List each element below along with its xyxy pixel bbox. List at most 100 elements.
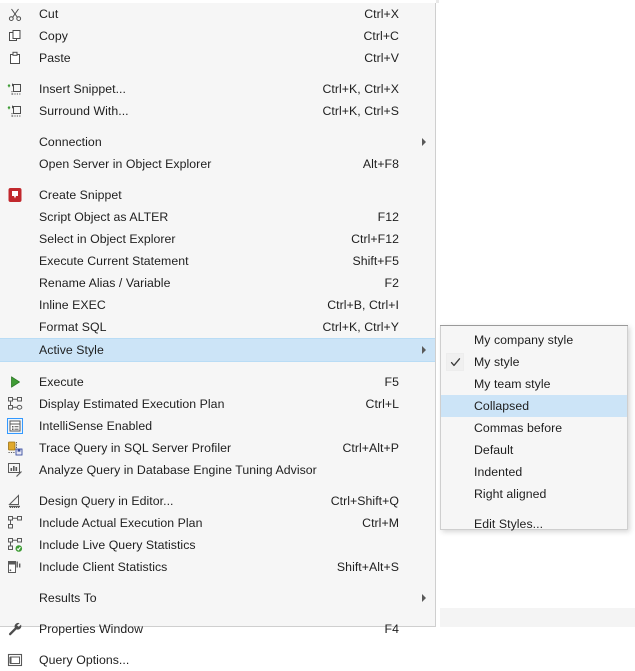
style-option-collapsed[interactable]: Collapsed: [441, 395, 627, 417]
style-option-indented[interactable]: Indented: [441, 461, 627, 483]
backdrop-strip-left-edge: [436, 0, 439, 3]
style-option-right-aligned[interactable]: Right aligned: [441, 483, 627, 505]
checkmark-placeholder: [441, 395, 469, 417]
checkmark-icon: [441, 351, 469, 373]
no-icon: [0, 339, 29, 361]
query-editor-context-menu[interactable]: Cut Ctrl+X Copy Ctrl+C Paste Ctrl+V Insert Sni…: [0, 3, 436, 667]
no-icon: [0, 131, 29, 153]
menu-item-label: Select in Object Explorer: [39, 232, 176, 246]
menu-item-shortcut: Ctrl+K, Ctrl+Y: [322, 320, 399, 334]
menu-item-trace-query-in-sql-server-profiler[interactable]: Trace Query in SQL Server Profiler Ctrl+A…: [0, 437, 435, 459]
menu-separator: [0, 69, 435, 78]
menu-item-results-to[interactable]: Results To: [0, 587, 435, 609]
live-query-stats-icon: [0, 534, 29, 556]
menu-item-label: Script Object as ALTER: [39, 210, 169, 224]
execute-icon: [0, 371, 29, 393]
menu-item-shortcut: F5: [384, 375, 399, 389]
style-option-commas-before[interactable]: Commas before: [441, 417, 627, 439]
menu-item-shortcut: Ctrl+X: [364, 7, 399, 21]
menu-item-display-estimated-execution-plan[interactable]: Display Estimated Execution Plan Ctrl+L: [0, 393, 435, 415]
menu-separator: [0, 578, 435, 587]
menu-item-shortcut: Shift+F5: [352, 254, 399, 268]
style-option-label: Indented: [474, 465, 523, 479]
surround-with-icon: [0, 100, 29, 122]
menu-item-select-in-object-explorer[interactable]: Select in Object Explorer Ctrl+F12: [0, 228, 435, 250]
menu-item-shortcut: Ctrl+F12: [351, 232, 399, 246]
style-option-label: Right aligned: [474, 487, 547, 501]
style-option-label: My company style: [474, 333, 574, 347]
menu-item-shortcut: Ctrl+M: [362, 516, 399, 530]
menu-item-create-snippet[interactable]: Create Snippet: [0, 184, 435, 206]
menu-item-shortcut: F2: [384, 276, 399, 290]
menu-item-label: Active Style: [39, 343, 104, 357]
menu-item-label: Insert Snippet...: [39, 82, 126, 96]
menu-item-format-sql[interactable]: Format SQL Ctrl+K, Ctrl+Y: [0, 316, 435, 338]
menu-item-design-query-in-editor[interactable]: Design Query in Editor... Ctrl+Shift+Q: [0, 490, 435, 512]
menu-item-shortcut: Ctrl+K, Ctrl+X: [322, 82, 399, 96]
checkmark-placeholder: [441, 513, 469, 535]
menu-item-label: Display Estimated Execution Plan: [39, 397, 225, 411]
menu-item-shortcut: Ctrl+C: [363, 29, 399, 43]
style-option-label: Default: [474, 443, 514, 457]
menu-item-query-options[interactable]: Query Options...: [0, 649, 435, 671]
menu-separator: [0, 175, 435, 184]
client-stats-icon: [0, 556, 29, 578]
menu-item-paste[interactable]: Paste Ctrl+V: [0, 47, 435, 69]
style-option-my-style[interactable]: My style: [441, 351, 627, 373]
menu-item-label: Create Snippet: [39, 188, 122, 202]
backdrop-strip-bottom: [440, 608, 635, 627]
style-option-label: Collapsed: [474, 399, 530, 413]
menu-item-label: Inline EXEC: [39, 298, 106, 312]
copy-icon: [0, 25, 29, 47]
menu-item-insert-snippet[interactable]: Insert Snippet... Ctrl+K, Ctrl+X: [0, 78, 435, 100]
no-icon: [0, 250, 29, 272]
menu-item-connection[interactable]: Connection: [0, 131, 435, 153]
menu-item-copy[interactable]: Copy Ctrl+C: [0, 25, 435, 47]
no-icon: [0, 228, 29, 250]
no-icon: [0, 316, 29, 338]
menu-item-label: Execute: [39, 375, 84, 389]
menu-item-include-actual-execution-plan[interactable]: Include Actual Execution Plan Ctrl+M: [0, 512, 435, 534]
menu-item-open-server-in-object-explorer[interactable]: Open Server in Object Explorer Alt+F8: [0, 153, 435, 175]
style-option-default[interactable]: Default: [441, 439, 627, 461]
style-option-label: Commas before: [474, 421, 563, 435]
menu-item-active-style[interactable]: Active Style: [0, 338, 435, 362]
menu-item-execute[interactable]: Execute F5: [0, 371, 435, 393]
style-option-edit-styles[interactable]: Edit Styles...: [441, 513, 627, 535]
submenu-arrow-icon: [413, 137, 435, 147]
menu-item-shortcut: F4: [384, 622, 399, 636]
menu-item-intellisense-enabled[interactable]: IntelliSense Enabled: [0, 415, 435, 437]
menu-item-include-client-statistics[interactable]: Include Client Statistics Shift+Alt+S: [0, 556, 435, 578]
insert-snippet-icon: [0, 78, 29, 100]
menu-item-shortcut: Ctrl+K, Ctrl+S: [322, 104, 399, 118]
style-option-label: My team style: [474, 377, 551, 391]
trace-query-icon: [0, 437, 29, 459]
menu-item-shortcut: Alt+F8: [362, 157, 399, 171]
menu-item-label: Analyze Query in Database Engine Tuning …: [39, 463, 317, 477]
menu-item-surround-with[interactable]: Surround With... Ctrl+K, Ctrl+S: [0, 100, 435, 122]
menu-item-properties-window[interactable]: Properties Window F4: [0, 618, 435, 640]
menu-item-analyze-query-in-database-engine-tuning-advisor[interactable]: Analyze Query in Database Engine Tuning …: [0, 459, 435, 481]
menu-item-inline-exec[interactable]: Inline EXEC Ctrl+B, Ctrl+I: [0, 294, 435, 316]
menu-item-label: Include Actual Execution Plan: [39, 516, 203, 530]
menu-item-rename-alias-variable[interactable]: Rename Alias / Variable F2: [0, 272, 435, 294]
menu-item-shortcut: F12: [377, 210, 399, 224]
submenu-separator: [441, 505, 627, 513]
menu-item-label: Open Server in Object Explorer: [39, 157, 212, 171]
style-option-my-company-style[interactable]: My company style: [441, 329, 627, 351]
style-option-label: My style: [474, 355, 520, 369]
properties-window-icon: [0, 618, 29, 640]
menu-item-shortcut: Ctrl+B, Ctrl+I: [327, 298, 399, 312]
menu-item-label: IntelliSense Enabled: [39, 419, 153, 433]
cut-icon: [0, 3, 29, 25]
submenu-arrow-icon: [413, 345, 435, 355]
menu-item-cut[interactable]: Cut Ctrl+X: [0, 3, 435, 25]
menu-item-execute-current-statement[interactable]: Execute Current Statement Shift+F5: [0, 250, 435, 272]
menu-item-label: Query Options...: [39, 653, 130, 667]
active-style-submenu[interactable]: My company style My style My team style Col…: [440, 325, 628, 531]
menu-item-label: Include Live Query Statistics: [39, 538, 196, 552]
menu-item-include-live-query-statistics[interactable]: Include Live Query Statistics: [0, 534, 435, 556]
menu-item-script-object-as-alter[interactable]: Script Object as ALTER F12: [0, 206, 435, 228]
style-option-my-team-style[interactable]: My team style: [441, 373, 627, 395]
estimated-plan-icon: [0, 393, 29, 415]
